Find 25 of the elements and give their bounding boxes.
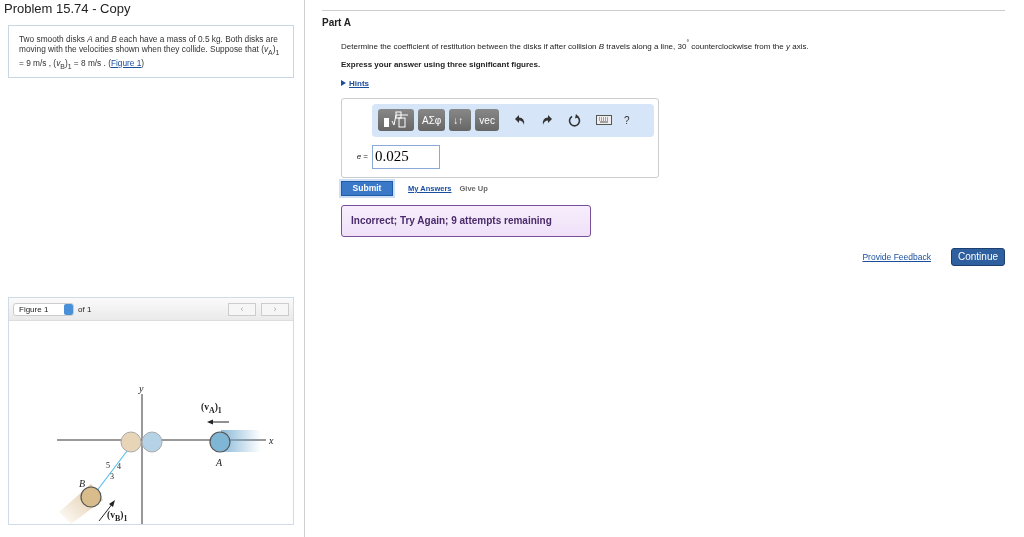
answer-label: e = xyxy=(355,152,368,162)
keyboard-icon[interactable] xyxy=(595,115,612,126)
feedback-message: Incorrect; Try Again; 9 attempts remaining xyxy=(341,204,591,237)
problem-title: Problem 15.74 - Copy xyxy=(4,0,132,18)
provide-feedback-link[interactable]: Provide Feedback xyxy=(862,251,931,262)
answer-field[interactable]: 0.025 xyxy=(372,144,440,169)
reset-icon[interactable] xyxy=(567,113,581,127)
part-title: Part A xyxy=(322,17,353,28)
figure-select[interactable]: Figure 1 xyxy=(13,302,74,316)
continue-button[interactable]: Continue xyxy=(950,247,1005,266)
symbol-button[interactable]: ΑΣφ xyxy=(418,109,446,132)
symbol-button[interactable]: ↓↑ xyxy=(449,109,472,132)
instruction-text: Express your answer using three significant figures. xyxy=(341,59,542,69)
submit-button[interactable]: Submit xyxy=(341,180,393,196)
problem-text: Two smooth disks A and B each have a mass of 0.5 kg. Both disks are moving with the velocities shown when they collide. Suppose that (v$_{A}$)$_{1}$ = 9 m/s , (v$_{B}$)$_{1}$ = 8 m/s . (Figure 1) xyxy=(19,34,281,72)
figure-count: of 1 xyxy=(78,304,92,314)
undo-icon[interactable] xyxy=(513,114,526,127)
redo-icon[interactable] xyxy=(540,114,553,127)
question-text: Determine the coefficient of restitution between the disks if after collision B travels along a line, 30$^{°}$ counterclockwise from the y axis. xyxy=(341,39,810,51)
help-button[interactable]: ? xyxy=(623,114,630,126)
symbol-button[interactable]: vec xyxy=(475,109,499,132)
collision-diagram: y x A B 5 4 3 (v$_{A}$)$_{1}$ (v$_{B}$)$_{1}$ xyxy=(21,334,281,524)
hints-toggle[interactable]: Hints xyxy=(341,78,369,88)
template-button[interactable] xyxy=(378,109,414,132)
expand-triangle-icon xyxy=(341,79,346,86)
